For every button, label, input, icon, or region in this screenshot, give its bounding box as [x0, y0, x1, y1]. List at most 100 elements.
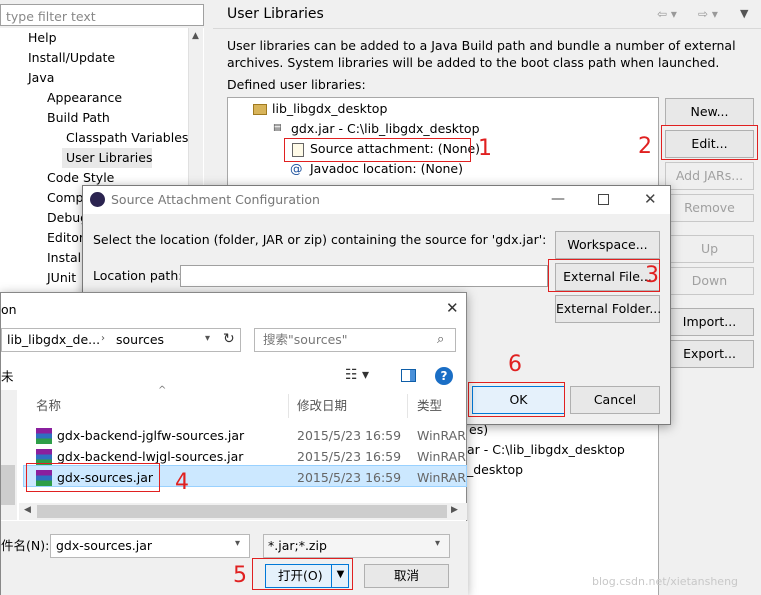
refresh-icon[interactable]: ↻: [223, 332, 235, 346]
view-options-icon[interactable]: ☷ ▾: [345, 368, 369, 382]
step-5-number: 5: [233, 563, 247, 588]
description-line-2: archives. System libraries will be added…: [227, 55, 720, 70]
export-button[interactable]: Export...: [665, 340, 754, 368]
nav-item-install-update[interactable]: Install/Update: [28, 51, 115, 65]
nav-item-junit[interactable]: JUnit: [47, 271, 76, 285]
menu-chevron-down-icon[interactable]: ▼: [740, 8, 748, 19]
remove-button[interactable]: Remove: [665, 194, 754, 222]
rar-file-icon: [36, 428, 52, 444]
file-cancel-button[interactable]: 取消: [364, 564, 449, 588]
file-open-dialog: on ✕ lib_libgdx_de... › sources ▾ ↻ 搜索"s…: [0, 292, 468, 595]
step-3-number: 3: [645, 263, 659, 288]
defined-libraries-label: Defined user libraries:: [227, 77, 366, 92]
import-button[interactable]: Import...: [665, 308, 754, 336]
close-icon[interactable]: ✕: [644, 192, 657, 207]
tree-item-javadoc[interactable]: Javadoc location: (None): [310, 162, 463, 176]
filename-label: 件名(N):: [1, 538, 50, 553]
location-path-label: Location path:: [93, 268, 183, 283]
step-3-highlight: [548, 259, 660, 292]
file-dialog-title: on: [1, 302, 17, 317]
javadoc-icon: @: [290, 161, 303, 176]
step-2-highlight: [661, 125, 758, 160]
step-1-highlight: [284, 138, 471, 162]
tree-item-library[interactable]: lib_libgdx_desktop: [272, 102, 387, 116]
scroll-up-icon[interactable]: ▲: [192, 31, 199, 41]
help-icon[interactable]: ?: [435, 367, 453, 385]
step-2-number: 2: [638, 134, 652, 159]
step-5-highlight: [252, 558, 353, 590]
column-separator[interactable]: [407, 394, 408, 418]
tree-item-jar[interactable]: gdx.jar - C:\lib_libgdx_desktop: [291, 122, 480, 136]
column-header-name[interactable]: 名称: [36, 399, 61, 413]
address-dropdown-icon[interactable]: ▾: [205, 334, 210, 344]
column-separator[interactable]: [288, 394, 289, 418]
maximize-icon[interactable]: [598, 194, 609, 205]
sort-indicator-icon: ^: [158, 385, 167, 396]
nav-item-build-path[interactable]: Build Path: [47, 111, 110, 125]
external-folder-button[interactable]: External Folder...: [555, 295, 661, 323]
forward-icon[interactable]: ⇨ ▾: [698, 8, 718, 20]
dialog-title: Source Attachment Configuration: [111, 192, 320, 207]
tree-item-partial-2: ar - C:\lib_libgdx_desktop: [467, 442, 625, 457]
library-icon: [253, 104, 267, 115]
scroll-right-icon[interactable]: ▶: [451, 506, 458, 515]
nav-item-appearance[interactable]: Appearance: [47, 91, 122, 105]
file-name[interactable]: gdx-backend-lwjgl-sources.jar: [57, 450, 243, 464]
nav-item-help[interactable]: Help: [28, 31, 57, 45]
column-header-type[interactable]: 类型: [417, 399, 442, 413]
add-jars-button[interactable]: Add JARs...: [665, 162, 754, 190]
tree-item-partial-1: es): [469, 422, 489, 437]
nav-item-java[interactable]: Java: [28, 71, 54, 85]
file-date: 2015/5/23 16:59: [297, 428, 402, 443]
file-type-dropdown-icon[interactable]: ▾: [435, 539, 440, 549]
cancel-button[interactable]: Cancel: [570, 386, 660, 414]
eclipse-icon: [90, 192, 105, 207]
breadcrumb-current[interactable]: sources: [116, 333, 164, 347]
nav-scroll-thumb[interactable]: [1, 465, 15, 505]
step-4-number: 4: [175, 470, 189, 495]
step-1-number: 1: [478, 136, 492, 161]
page-title: User Libraries: [227, 6, 324, 22]
file-date: 2015/5/23 16:59: [297, 470, 402, 485]
nav-item-classpath-variables[interactable]: Classpath Variables: [66, 131, 188, 145]
file-type: WinRAR: [417, 449, 466, 464]
nav-item-user-libraries[interactable]: User Libraries: [66, 151, 152, 165]
column-header-date[interactable]: 修改日期: [297, 399, 347, 413]
dialog-prompt: Select the location (folder, JAR or zip)…: [93, 232, 547, 247]
file-type-value: *.jar;*.zip: [268, 538, 327, 553]
file-dialog-close-icon[interactable]: ✕: [446, 301, 459, 316]
minimize-icon[interactable]: —: [551, 192, 565, 206]
nav-item-code-style[interactable]: Code Style: [47, 171, 114, 185]
file-type: WinRAR: [417, 428, 466, 443]
filter-input[interactable]: type filter text: [0, 4, 204, 26]
workspace-button[interactable]: Workspace...: [555, 231, 660, 259]
organize-menu-partial[interactable]: 未: [1, 370, 14, 384]
filename-dropdown-icon[interactable]: ▾: [235, 539, 240, 549]
description-line-1: User libraries can be added to a Java Bu…: [227, 38, 736, 53]
search-icon[interactable]: ⌕: [437, 333, 444, 346]
up-button[interactable]: Up: [665, 235, 754, 263]
breadcrumb-separator-icon: ›: [101, 333, 105, 344]
title-divider: [213, 28, 761, 29]
file-name[interactable]: gdx-backend-jglfw-sources.jar: [57, 429, 244, 443]
jar-icon: ▤: [273, 123, 282, 133]
watermark: blog.csdn.net/xietansheng: [592, 575, 739, 588]
file-type: WinRAR: [417, 470, 466, 485]
nav-item-editor[interactable]: Editor: [47, 231, 84, 245]
search-placeholder: 搜索"sources": [263, 332, 348, 347]
step-4-highlight: [26, 463, 160, 492]
nav-item-installed-jres[interactable]: Install: [47, 251, 85, 265]
step-6-number: 6: [508, 352, 522, 377]
horizontal-scroll-thumb[interactable]: [37, 505, 447, 518]
nav-item-compiler[interactable]: Comp: [47, 191, 84, 205]
scroll-left-icon[interactable]: ◀: [24, 506, 31, 515]
location-path-input[interactable]: [180, 265, 548, 287]
breadcrumb-parent[interactable]: lib_libgdx_de...: [7, 333, 100, 347]
step-6-highlight: [468, 382, 565, 417]
preview-pane-icon[interactable]: [401, 369, 416, 382]
filename-value: gdx-sources.jar: [56, 538, 153, 553]
new-button[interactable]: New...: [665, 98, 754, 126]
down-button[interactable]: Down: [665, 267, 754, 295]
back-icon[interactable]: ⇦ ▾: [657, 8, 677, 20]
tree-item-partial-3: _desktop: [467, 462, 524, 477]
